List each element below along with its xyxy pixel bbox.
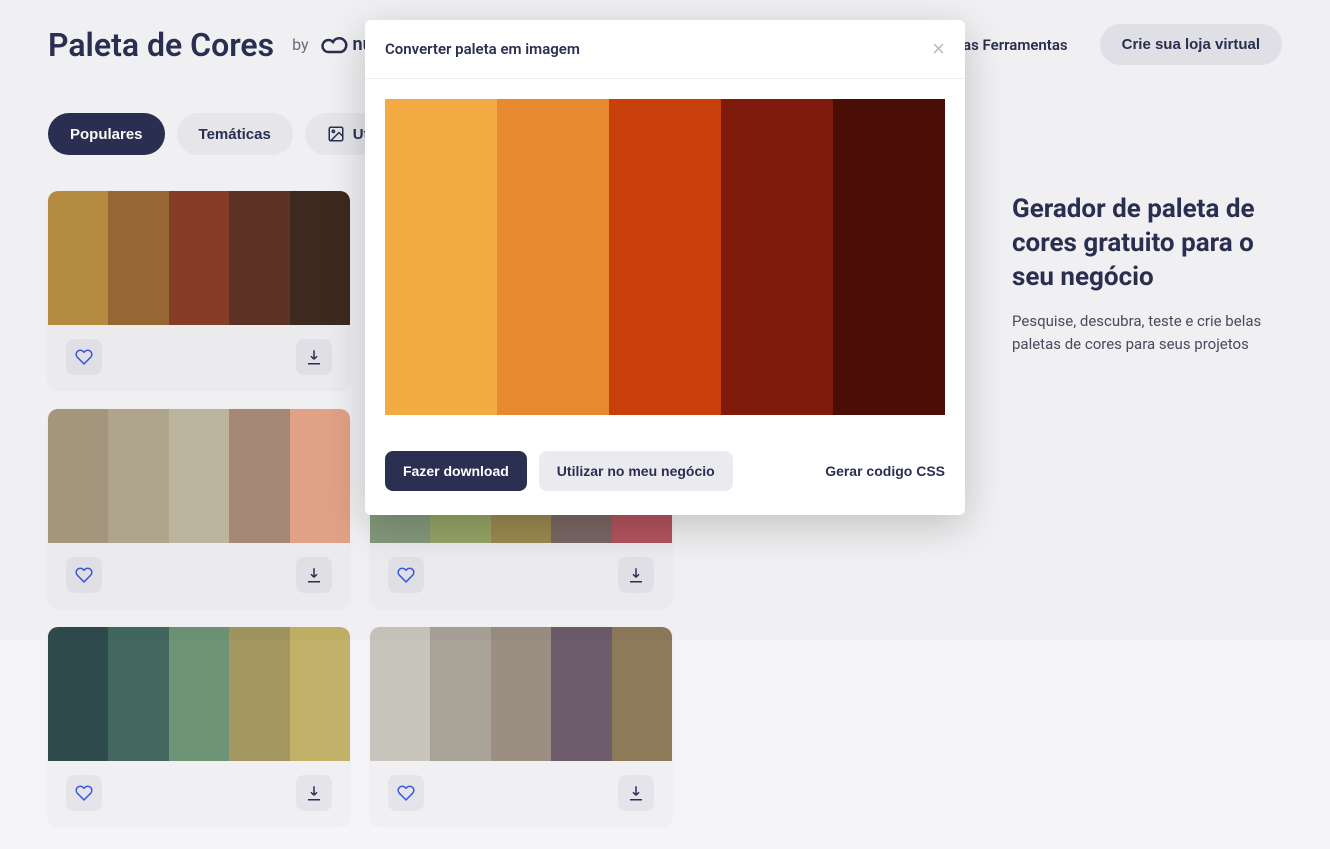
modal-swatch xyxy=(833,99,945,415)
download-icon[interactable] xyxy=(618,775,654,811)
palette-swatches xyxy=(48,627,350,761)
download-button[interactable]: Fazer download xyxy=(385,451,527,491)
swatch xyxy=(48,627,108,761)
heart-icon[interactable] xyxy=(388,775,424,811)
swatch xyxy=(169,627,229,761)
modal-swatch xyxy=(721,99,833,415)
card-footer xyxy=(48,761,350,825)
swatch xyxy=(229,627,289,761)
modal-swatch xyxy=(609,99,721,415)
modal-palette xyxy=(385,99,945,415)
swatch xyxy=(290,627,350,761)
modal-swatch xyxy=(385,99,497,415)
download-icon[interactable] xyxy=(296,775,332,811)
modal: Converter paleta em imagem × Fazer downl… xyxy=(365,20,965,515)
swatch xyxy=(612,627,672,761)
modal-title: Converter paleta em imagem xyxy=(385,40,580,58)
modal-swatch xyxy=(497,99,609,415)
card-footer xyxy=(370,761,672,825)
use-business-button[interactable]: Utilizar no meu negócio xyxy=(539,451,733,491)
close-icon[interactable]: × xyxy=(932,38,945,60)
palette-card[interactable] xyxy=(370,627,672,825)
swatch xyxy=(370,627,430,761)
palette-swatches xyxy=(370,627,672,761)
modal-overlay[interactable]: Converter paleta em imagem × Fazer downl… xyxy=(0,0,1330,640)
swatch xyxy=(551,627,611,761)
palette-card[interactable] xyxy=(48,627,350,825)
generate-css-button[interactable]: Gerar codigo CSS xyxy=(825,463,945,479)
swatch xyxy=(108,627,168,761)
heart-icon[interactable] xyxy=(66,775,102,811)
swatch xyxy=(430,627,490,761)
swatch xyxy=(491,627,551,761)
